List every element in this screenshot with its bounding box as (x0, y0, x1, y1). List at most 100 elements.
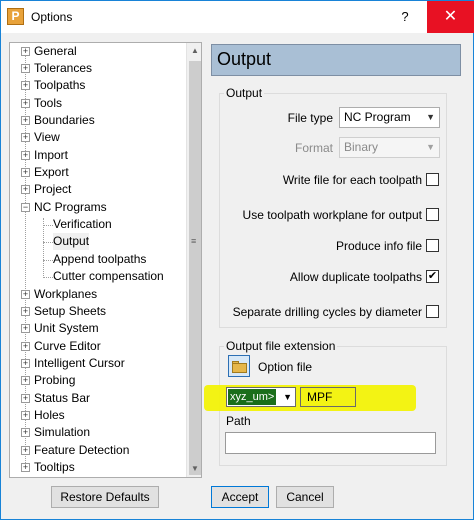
tree-scrollbar[interactable]: ▲ ≡ ▼ (186, 43, 201, 477)
page-title: Output (217, 49, 272, 69)
expand-icon[interactable]: + (21, 290, 30, 299)
tree-connector (43, 225, 53, 226)
format-value: Binary (344, 140, 379, 154)
file-type-select[interactable]: NC Program ▼ (339, 107, 440, 128)
tree-item-project[interactable]: + Project (10, 181, 185, 198)
expand-icon[interactable]: + (21, 116, 30, 125)
scroll-up-icon[interactable]: ▲ (187, 43, 201, 59)
collapse-icon[interactable]: − (21, 203, 30, 212)
expand-icon[interactable]: + (21, 47, 30, 56)
expand-icon[interactable]: + (21, 81, 30, 90)
app-logo-icon: P (7, 8, 24, 25)
produce-info-checkbox[interactable] (426, 239, 439, 252)
tree-item-output[interactable]: Output (10, 233, 185, 250)
expand-icon[interactable]: + (21, 307, 30, 316)
tree-item-label: Verification (53, 217, 112, 231)
options-tree[interactable]: + General + Tolerances + Toolpaths + Too… (9, 42, 202, 478)
separate-drilling-checkbox[interactable] (426, 305, 439, 318)
expand-icon[interactable]: + (21, 359, 30, 368)
tree-item-label: Tooltips (34, 460, 75, 474)
tree-item-setup-sheets[interactable]: + Setup Sheets (10, 303, 185, 320)
file-type-value: NC Program (344, 110, 411, 124)
tree-item-export[interactable]: + Export (10, 164, 185, 181)
tree-item-tooltips[interactable]: + Tooltips (10, 459, 185, 476)
write-file-label: Write file for each toolpath (282, 173, 422, 187)
tree-connector (43, 242, 53, 243)
separate-drilling-label: Separate drilling cycles by diameter (232, 305, 422, 319)
tree-item-label: Probing (34, 373, 76, 387)
tree-item-holes[interactable]: + Holes (10, 407, 185, 424)
allow-duplicate-checkbox[interactable]: ✔ (426, 270, 439, 283)
expand-icon[interactable]: + (21, 428, 30, 437)
tree-item-tolerances[interactable]: + Tolerances (10, 60, 185, 77)
expand-icon[interactable]: + (21, 133, 30, 142)
cancel-button[interactable]: Cancel (276, 486, 334, 508)
format-select: Binary ▼ (339, 137, 440, 158)
title-bar[interactable]: P Options ? ✕ (1, 1, 474, 33)
expand-icon[interactable]: + (21, 394, 30, 403)
tree-item-probing[interactable]: + Probing (10, 372, 185, 389)
scroll-down-icon[interactable]: ▼ (187, 461, 201, 477)
tree-item-tools[interactable]: + Tools (10, 95, 185, 112)
expand-icon[interactable]: + (21, 185, 30, 194)
path-input[interactable] (225, 432, 436, 454)
expand-icon[interactable]: + (21, 463, 30, 472)
write-file-checkbox[interactable] (426, 173, 439, 186)
tree-item-label: Status Bar (34, 391, 91, 405)
chevron-down-icon: ▼ (426, 112, 435, 122)
options-dialog: P Options ? ✕ + General + Tolerances + T… (0, 0, 474, 520)
tree-item-simulation[interactable]: + Simulation (10, 424, 185, 441)
tree-item-verification[interactable]: Verification (10, 216, 185, 233)
grip-icon: ≡ (191, 236, 197, 246)
tree-item-label: Boundaries (34, 113, 95, 127)
expand-icon[interactable]: + (21, 411, 30, 420)
restore-defaults-button[interactable]: Restore Defaults (51, 486, 159, 508)
produce-info-label: Produce info file (335, 239, 422, 253)
accept-button[interactable]: Accept (211, 486, 269, 508)
tree-item-view[interactable]: + View (10, 129, 185, 146)
expand-icon[interactable]: + (21, 342, 30, 351)
option-file-select[interactable]: xyz_um> ▼ (226, 387, 296, 407)
tree-item-feature-detection[interactable]: + Feature Detection (10, 442, 185, 459)
tree-item-label: Curve Editor (34, 339, 101, 353)
tree-item-boundaries[interactable]: + Boundaries (10, 112, 185, 129)
expand-icon[interactable]: + (21, 446, 30, 455)
expand-icon[interactable]: + (21, 99, 30, 108)
tree-connector (43, 277, 53, 278)
chevron-down-icon: ▼ (426, 142, 435, 152)
expand-icon[interactable]: + (21, 168, 30, 177)
page-header: Output (211, 44, 461, 76)
file-type-label: File type (287, 111, 333, 125)
close-button[interactable]: ✕ (427, 1, 474, 33)
tree-item-label: Cutter compensation (53, 269, 164, 283)
tree-item-status-bar[interactable]: + Status Bar (10, 390, 185, 407)
tree-item-label: View (34, 130, 60, 144)
expand-icon[interactable]: + (21, 151, 30, 160)
allow-duplicate-label: Allow duplicate toolpaths (289, 270, 422, 284)
tree-item-toolpaths[interactable]: + Toolpaths (10, 77, 185, 94)
tree-item-workplanes[interactable]: + Workplanes (10, 286, 185, 303)
help-button[interactable]: ? (383, 1, 427, 33)
scroll-thumb[interactable] (189, 61, 201, 475)
use-workplane-checkbox[interactable] (426, 208, 439, 221)
group-title: Output (224, 86, 265, 100)
tree-item-cutter-compensation[interactable]: Cutter compensation (10, 268, 185, 285)
option-file-label: Option file (258, 360, 313, 374)
extension-field[interactable]: MPF (300, 387, 356, 407)
expand-icon[interactable]: + (21, 64, 30, 73)
tree-item-label-selected: Output (53, 233, 90, 250)
tree-item-intelligent-cursor[interactable]: + Intelligent Cursor (10, 355, 185, 372)
tree-item-import[interactable]: + Import (10, 147, 185, 164)
expand-icon[interactable]: + (21, 324, 30, 333)
tree-item-label: Holes (34, 408, 65, 422)
tree-item-general[interactable]: + General (10, 43, 185, 60)
option-file-folder-icon[interactable] (228, 355, 250, 377)
tree-item-curve-editor[interactable]: + Curve Editor (10, 338, 185, 355)
tree-item-unit-system[interactable]: + Unit System (10, 320, 185, 337)
window-title: Options (31, 10, 73, 24)
tree-item-nc-programs[interactable]: − NC Programs (10, 199, 185, 216)
group-title: Output file extension (224, 339, 338, 353)
expand-icon[interactable]: + (21, 376, 30, 385)
check-icon: ✔ (427, 270, 438, 282)
tree-item-append-toolpaths[interactable]: Append toolpaths (10, 251, 185, 268)
